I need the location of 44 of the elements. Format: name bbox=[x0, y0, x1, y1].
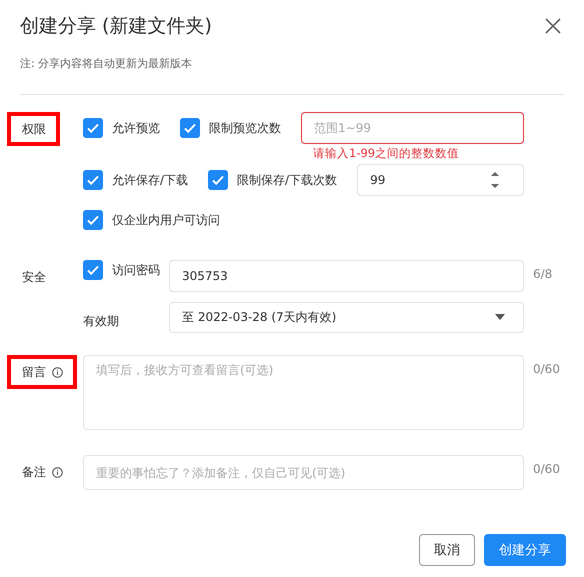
checkbox-box[interactable] bbox=[208, 170, 228, 190]
note-text: 注: 分享内容将自动更新为最新版本 bbox=[20, 56, 194, 72]
checkbox-box[interactable] bbox=[83, 118, 103, 138]
number-value: 99 bbox=[370, 173, 386, 187]
close-icon[interactable] bbox=[544, 17, 562, 35]
checkbox[interactable]: 限制预览次数 bbox=[180, 118, 281, 138]
create-button[interactable]: 创建分享 bbox=[484, 534, 566, 566]
checkbox[interactable]: 仅企业内用户可访问 bbox=[83, 210, 220, 230]
checkbox[interactable]: 允许保存/下载 bbox=[83, 170, 188, 190]
spinner-icon[interactable] bbox=[489, 170, 501, 190]
expiry-select[interactable]: 至 2022-03-28 (7天内有效) bbox=[169, 302, 524, 332]
checkbox-label: 限制预览次数 bbox=[209, 120, 281, 136]
checkbox-box[interactable] bbox=[83, 170, 103, 190]
checkbox[interactable]: 允许预览 bbox=[83, 118, 160, 138]
limit-input[interactable]: 范围1~99 bbox=[301, 112, 524, 144]
error-message: 请输入1-99之间的整数数值 bbox=[313, 146, 460, 161]
checkbox-label: 允许保存/下载 bbox=[112, 172, 188, 188]
char-counter: 6/8 bbox=[532, 266, 554, 283]
checkbox-label: 仅企业内用户可访问 bbox=[112, 212, 220, 228]
field-label: 安全 bbox=[22, 268, 46, 286]
field-label: 留言 bbox=[22, 364, 46, 380]
checkbox[interactable]: 限制保存/下载次数 bbox=[208, 170, 338, 190]
cancel-button[interactable]: 取消 bbox=[419, 534, 475, 566]
info-icon[interactable] bbox=[52, 466, 63, 478]
char-counter: 0/60 bbox=[532, 361, 561, 378]
checkbox-box[interactable] bbox=[83, 260, 103, 280]
checkbox-box[interactable] bbox=[83, 210, 103, 230]
checkbox-label: 允许预览 bbox=[112, 120, 160, 136]
info-icon[interactable] bbox=[52, 366, 63, 378]
dialog-title: 创建分享 (新建文件夹) bbox=[20, 14, 212, 39]
message-field[interactable]: 填写后，接收方可查看留言(可选) bbox=[83, 355, 524, 430]
password-input[interactable]: 305753 bbox=[169, 260, 524, 292]
number-input[interactable]: 99 bbox=[357, 164, 524, 196]
select-value: 至 2022-03-28 (7天内有效) bbox=[182, 308, 336, 326]
dropdown-caret-icon bbox=[495, 314, 505, 320]
checkbox[interactable]: 访问密码 bbox=[83, 260, 160, 280]
checkbox-label: 限制保存/下载次数 bbox=[237, 172, 338, 188]
field-label: 权限 bbox=[22, 120, 46, 138]
field-label: 备注 bbox=[22, 464, 46, 480]
remark-input[interactable]: 重要的事怕忘了？添加备注，仅自己可见(可选) bbox=[83, 455, 524, 490]
checkbox-box[interactable] bbox=[180, 118, 200, 138]
char-counter: 0/60 bbox=[532, 461, 561, 478]
checkbox-label: 访问密码 bbox=[112, 262, 160, 278]
field-label: 有效期 bbox=[83, 312, 120, 330]
